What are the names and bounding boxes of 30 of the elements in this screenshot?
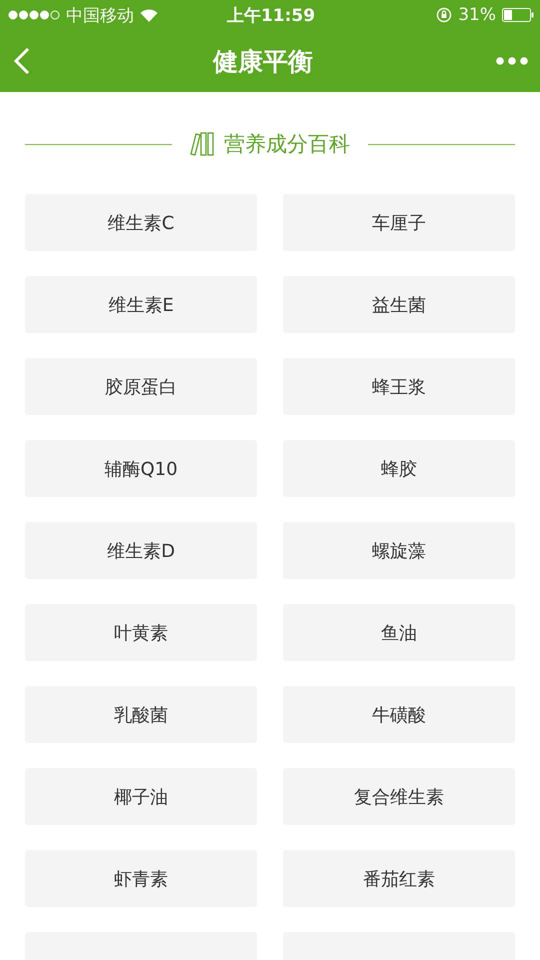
nutrient-card[interactable]: 益生菌 — [283, 276, 515, 333]
signal-icon — [8, 10, 60, 20]
rotation-lock-icon — [436, 7, 452, 23]
nutrient-card[interactable]: 维生素C — [25, 194, 257, 251]
back-icon[interactable] — [14, 48, 30, 74]
nutrient-card[interactable]: 胶原蛋白 — [25, 358, 257, 415]
battery-percentage: 31% — [458, 5, 496, 25]
nutrient-card[interactable]: 维生素E — [25, 276, 257, 333]
nutrient-card[interactable]: 虾青素 — [25, 850, 257, 907]
books-icon — [190, 131, 216, 157]
nutrient-card[interactable]: 维生素D — [25, 522, 257, 579]
battery-icon — [502, 8, 534, 22]
more-icon[interactable] — [496, 57, 528, 65]
nutrient-card[interactable]: 蜂胶 — [283, 440, 515, 497]
wifi-icon — [140, 8, 158, 22]
nutrient-card[interactable]: 番茄红素 — [283, 850, 515, 907]
nutrient-card[interactable]: 蜂王浆 — [283, 358, 515, 415]
page-title: 健康平衡 — [213, 46, 313, 78]
nutrient-card[interactable]: 乳酸菌 — [25, 686, 257, 743]
nutrient-card[interactable]: 螺旋藻 — [283, 522, 515, 579]
nutrient-card[interactable]: 牛磺酸 — [283, 686, 515, 743]
nutrient-card[interactable]: 鱼油 — [283, 604, 515, 661]
nutrient-card[interactable]: 辅酶Q10 — [25, 440, 257, 497]
nutrient-card[interactable]: 车厘子 — [283, 194, 515, 251]
nutrient-card[interactable]: 叶黄素 — [25, 604, 257, 661]
status-time: 上午11:59 — [226, 4, 316, 26]
section-title: 营养成分百科 — [224, 131, 350, 158]
carrier-name: 中国移动 — [66, 4, 134, 26]
nutrient-card[interactable]: 复合维生素 — [283, 768, 515, 825]
nutrient-card[interactable]: 椰子油 — [25, 768, 257, 825]
